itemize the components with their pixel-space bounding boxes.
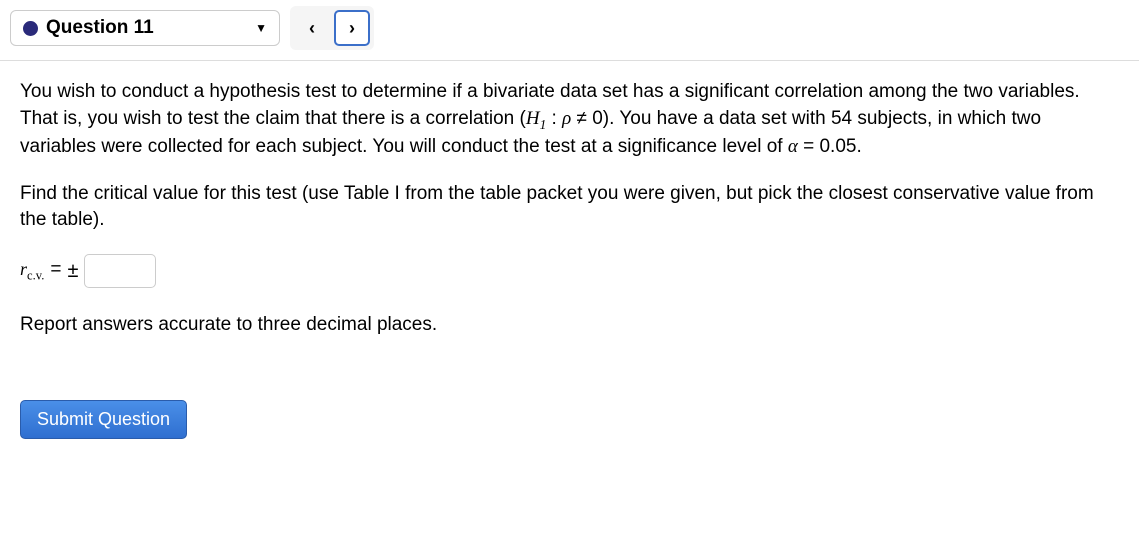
plus-minus-icon: ±	[68, 257, 79, 285]
text-segment: .	[856, 136, 861, 157]
question-selector-label-group: Question 11	[23, 17, 154, 39]
nav-button-group: ‹ ›	[290, 6, 374, 50]
math-h1: H1	[526, 108, 546, 129]
math-alpha: α	[788, 136, 798, 157]
math-alpha-value: 0.05	[819, 136, 856, 157]
prev-question-button[interactable]: ‹	[294, 10, 330, 46]
math-symbol: H	[526, 108, 540, 129]
text-segment: :	[546, 108, 562, 129]
math-eq: =	[50, 257, 61, 284]
math-r: r	[20, 259, 27, 279]
question-nav-bar: Question 11 ▼ ‹ ›	[0, 0, 1139, 61]
chevron-right-icon: ›	[349, 18, 355, 39]
next-question-button[interactable]: ›	[334, 10, 370, 46]
question-number-label: Question 11	[46, 17, 154, 39]
critical-value-input[interactable]	[84, 254, 156, 288]
question-selector-dropdown[interactable]: Question 11 ▼	[10, 10, 280, 46]
accuracy-instruction: Report answers accurate to three decimal…	[20, 312, 1119, 339]
math-eq: =	[798, 136, 820, 157]
math-zero: 0	[592, 108, 603, 129]
chevron-left-icon: ‹	[309, 18, 315, 39]
problem-statement-para2: Find the critical value for this test (u…	[20, 181, 1119, 234]
submit-question-button[interactable]: Submit Question	[20, 400, 187, 439]
critical-value-label: rc.v.	[20, 257, 44, 285]
math-cv-subscript: c.v.	[27, 268, 44, 282]
question-content: You wish to conduct a hypothesis test to…	[0, 61, 1139, 376]
math-rho: ρ	[562, 108, 571, 129]
problem-statement-para1: You wish to conduct a hypothesis test to…	[20, 79, 1119, 161]
status-dot-icon	[23, 21, 38, 36]
math-neq: ≠	[571, 108, 592, 129]
chevron-down-icon: ▼	[255, 21, 267, 35]
answer-input-line: rc.v. = ±	[20, 254, 1119, 288]
